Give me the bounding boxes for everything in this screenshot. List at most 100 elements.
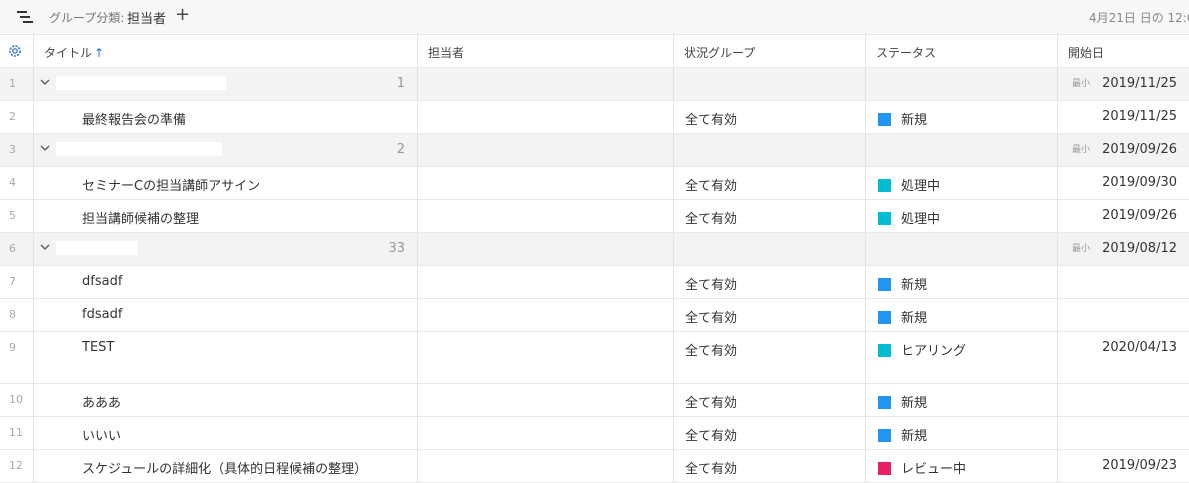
- title-cell[interactable]: fdsadf: [34, 299, 418, 331]
- table-row[interactable]: 8 fdsadf 全て有効 新規: [0, 299, 1189, 332]
- status-color-swatch: [878, 311, 891, 324]
- table-row[interactable]: 5 担当講師候補の整理 全て有効 処理中 2019/09/26: [0, 200, 1189, 233]
- table-row[interactable]: 2 最終報告会の準備 全て有効 新規 2019/11/25: [0, 101, 1189, 134]
- table-row[interactable]: 7 dfsadf 全て有効 新規: [0, 266, 1189, 299]
- status-group-cell[interactable]: 全て有効: [674, 384, 866, 416]
- title-cell[interactable]: セミナーCの担当講師アサイン: [34, 167, 418, 199]
- min-label: 最小: [1072, 145, 1091, 155]
- status-group-cell[interactable]: 全て有効: [674, 450, 866, 482]
- status-color-swatch: [878, 344, 891, 357]
- status-group-cell[interactable]: 全て有効: [674, 332, 866, 383]
- assignee-cell[interactable]: [418, 384, 674, 416]
- redacted-name: [56, 241, 138, 255]
- status-cell: [866, 68, 1058, 100]
- column-header-status[interactable]: ステータス: [866, 35, 1058, 67]
- column-header-status-group[interactable]: 状況グループ: [674, 35, 866, 67]
- column-header-start-date[interactable]: 開始日: [1058, 35, 1189, 67]
- status-cell[interactable]: 新規: [866, 384, 1058, 416]
- status-label: 処理中: [901, 212, 941, 227]
- group-title-cell: 1: [34, 68, 418, 100]
- status-cell[interactable]: 新規: [866, 299, 1058, 331]
- assignee-cell[interactable]: [418, 167, 674, 199]
- group-title-cell: 2: [34, 134, 418, 166]
- title-cell[interactable]: 担当講師候補の整理: [34, 200, 418, 232]
- status-cell[interactable]: ヒアリング: [866, 332, 1058, 383]
- group-count: 33: [388, 241, 405, 256]
- title-cell[interactable]: 最終報告会の準備: [34, 101, 418, 133]
- row-number: 7: [0, 266, 34, 298]
- gear-icon[interactable]: [7, 43, 23, 59]
- assignee-cell: [418, 233, 674, 265]
- title-cell[interactable]: スケジュールの詳細化（具体的日程候補の整理）: [34, 450, 418, 482]
- assignee-cell[interactable]: [418, 450, 674, 482]
- status-group-cell[interactable]: 全て有効: [674, 101, 866, 133]
- start-date-cell[interactable]: 2020/04/13: [1058, 332, 1189, 383]
- status-group-cell[interactable]: 全て有効: [674, 266, 866, 298]
- status-cell[interactable]: 処理中: [866, 167, 1058, 199]
- table-row[interactable]: 11 いいい 全て有効 新規: [0, 417, 1189, 450]
- assignee-cell[interactable]: [418, 200, 674, 232]
- row-number: 10: [0, 384, 34, 416]
- column-header-assignee[interactable]: 担当者: [418, 35, 674, 67]
- status-label: 新規: [901, 311, 928, 326]
- assignee-cell[interactable]: [418, 299, 674, 331]
- assignee-cell[interactable]: [418, 101, 674, 133]
- add-group-button[interactable]: +: [175, 4, 190, 26]
- assignee-cell[interactable]: [418, 266, 674, 298]
- group-title-cell: 33: [34, 233, 418, 265]
- title-cell[interactable]: dfsadf: [34, 266, 418, 298]
- title-cell[interactable]: TEST: [34, 332, 418, 383]
- status-label: 新規: [901, 113, 928, 128]
- assignee-cell[interactable]: [418, 332, 674, 383]
- min-label: 最小: [1072, 244, 1091, 254]
- status-cell[interactable]: 新規: [866, 417, 1058, 449]
- status-group-cell[interactable]: 全て有効: [674, 417, 866, 449]
- chevron-down-icon[interactable]: [40, 243, 50, 251]
- start-date-cell[interactable]: [1058, 266, 1189, 298]
- title-cell[interactable]: あああ: [34, 384, 418, 416]
- table-row[interactable]: 9 TEST 全て有効 ヒアリング 2020/04/13: [0, 332, 1189, 384]
- title-cell[interactable]: いいい: [34, 417, 418, 449]
- start-date-cell[interactable]: 2019/11/25: [1058, 101, 1189, 133]
- status-group-cell[interactable]: 全て有効: [674, 167, 866, 199]
- row-number: 3: [0, 134, 34, 166]
- group-row[interactable]: 6 33 最小 2019/08/12: [0, 233, 1189, 266]
- table-row[interactable]: 10 あああ 全て有効 新規: [0, 384, 1189, 417]
- status-cell[interactable]: レビュー中: [866, 450, 1058, 482]
- chevron-down-icon[interactable]: [40, 144, 50, 152]
- datetime-display: 4月21日 日の 12:05: [1089, 11, 1189, 25]
- status-group-cell[interactable]: 全て有効: [674, 299, 866, 331]
- status-cell: [866, 134, 1058, 166]
- group-row[interactable]: 3 2 最小 2019/09/26: [0, 134, 1189, 167]
- status-cell[interactable]: 新規: [866, 101, 1058, 133]
- start-date-cell[interactable]: 2019/09/30: [1058, 167, 1189, 199]
- group-by-value[interactable]: 担当者: [127, 8, 166, 27]
- status-label: レビュー中: [901, 462, 967, 477]
- table-row[interactable]: 4 セミナーCの担当講師アサイン 全て有効 処理中 2019/09/30: [0, 167, 1189, 200]
- group-by-icon[interactable]: [16, 10, 34, 24]
- status-group-cell[interactable]: 全て有効: [674, 200, 866, 232]
- status-cell[interactable]: 新規: [866, 266, 1058, 298]
- row-number: 4: [0, 167, 34, 199]
- assignee-cell: [418, 134, 674, 166]
- status-label: 処理中: [901, 179, 941, 194]
- row-number: 6: [0, 233, 34, 265]
- assignee-cell[interactable]: [418, 417, 674, 449]
- start-date-cell[interactable]: 2019/09/23: [1058, 450, 1189, 482]
- column-header-title[interactable]: タイトル ↑: [34, 35, 418, 67]
- status-color-swatch: [878, 278, 891, 291]
- start-date-cell[interactable]: 2019/09/26: [1058, 200, 1189, 232]
- status-group-cell: [674, 233, 866, 265]
- start-date-cell[interactable]: [1058, 299, 1189, 331]
- row-number: 5: [0, 200, 34, 232]
- redacted-name: [56, 76, 226, 90]
- start-date-cell[interactable]: [1058, 417, 1189, 449]
- group-row[interactable]: 1 1 最小 2019/11/25: [0, 68, 1189, 101]
- group-min-date: 最小 2019/09/26: [1058, 134, 1189, 166]
- row-number: 11: [0, 417, 34, 449]
- row-number: 1: [0, 68, 34, 100]
- start-date-cell[interactable]: [1058, 384, 1189, 416]
- chevron-down-icon[interactable]: [40, 78, 50, 86]
- table-row[interactable]: 12 スケジュールの詳細化（具体的日程候補の整理） 全て有効 レビュー中 201…: [0, 450, 1189, 483]
- status-cell[interactable]: 処理中: [866, 200, 1058, 232]
